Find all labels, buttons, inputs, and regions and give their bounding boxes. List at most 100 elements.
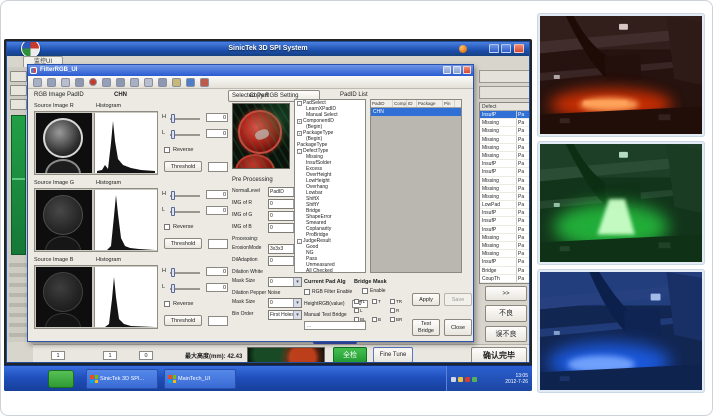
toolbar-icon[interactable] [144,78,153,87]
confirm-done-button[interactable]: 确认完毕 [471,347,527,363]
pad-list-column-header[interactable]: Comp [393,100,407,107]
bridge-mask-cell[interactable]: T [372,299,390,304]
toolbar-icon[interactable] [200,78,209,87]
table-row[interactable]: MissingPa [480,177,529,185]
status-value-1[interactable]: 1 [51,351,65,360]
h-value-input[interactable]: 0 [206,113,228,122]
table-row[interactable]: InsufPPa [480,226,529,234]
bridge-mask-cell[interactable]: R [390,308,408,313]
checkbox-icon[interactable] [372,317,377,322]
h-slider-thumb[interactable] [171,268,175,277]
maximize-button[interactable] [501,44,511,53]
table-row[interactable]: CoupThPa [480,275,529,283]
table-row[interactable]: InsufPPa [480,168,529,176]
sidebar-tool-button[interactable] [10,71,27,82]
bridge-mask-cell[interactable]: BL [354,317,372,322]
toolbar-icon[interactable] [89,78,97,86]
reverse-checkbox[interactable] [164,147,170,153]
checkbox-icon[interactable] [354,299,359,304]
toolbar-icon[interactable] [102,78,111,87]
tray-icon[interactable] [465,377,470,382]
threshold-value-box[interactable] [208,239,228,249]
close-dialog-button[interactable]: Close [444,319,472,336]
pad-list-column-header[interactable]: Pin [443,100,455,107]
false-ng-button[interactable]: 误不良 [485,326,527,342]
table-row[interactable]: MissingPa [480,152,529,160]
dialog-maximize-button[interactable] [453,66,461,74]
table-row[interactable]: MissingPa [480,127,529,135]
rgb-filter-checkbox[interactable] [304,289,310,295]
h-value-input[interactable]: 0 [206,267,228,276]
threshold-value-box[interactable] [208,162,228,172]
toolbar-icon[interactable] [172,78,181,87]
threshold-button[interactable]: Threshold [164,315,202,326]
more-button[interactable]: >> [485,286,527,301]
dialog-close-button[interactable] [463,66,471,74]
toolbar-icon[interactable] [33,78,42,87]
close-button[interactable] [514,44,524,53]
h-slider-thumb[interactable] [171,114,175,123]
tree-toggle-icon[interactable]: + [297,119,302,124]
status-value-2[interactable]: 1 [103,351,117,360]
table-row[interactable]: InsufPPa [480,217,529,225]
tree-toggle-icon[interactable]: + [297,131,302,136]
reverse-checkbox[interactable] [164,301,170,307]
pad-list-column-header[interactable]: PadID [371,100,393,107]
save-button[interactable]: Save [444,293,472,306]
threshold-button[interactable]: Threshold [164,161,202,172]
l-value-input[interactable]: 0 [206,129,228,138]
pre-processing-dropdown[interactable]: First Holes▾ [268,310,302,320]
threshold-button[interactable]: Threshold [164,238,202,249]
toolbar-icon[interactable] [130,78,139,87]
checkbox-icon[interactable] [354,317,359,322]
threshold-value-box[interactable] [208,316,228,326]
toolbar-icon[interactable] [116,78,125,87]
toolbar-icon[interactable] [47,78,56,87]
taskbar-item[interactable]: SinicTek 3D SPI... [86,369,158,389]
taskbar-item[interactable]: MainTech_UI [164,369,236,389]
tray-icon[interactable] [472,377,477,382]
bridge-mask-cell[interactable]: B [372,317,390,322]
inspect-button[interactable]: 全检 [333,347,367,363]
pad-list-column-header[interactable]: Package [417,100,443,107]
table-row[interactable]: MissingPa [480,250,529,258]
ng-button[interactable]: 不良 [485,305,527,322]
tray-icon[interactable] [451,377,456,382]
table-row[interactable]: InsufPPa [480,258,529,266]
tray-icon[interactable] [458,377,463,382]
toolbar-icon[interactable] [61,78,70,87]
pad-list-selected-row[interactable]: CHN [371,108,461,116]
tree-item[interactable]: All Checked [295,268,365,273]
table-row[interactable]: MissingPa [480,136,529,144]
table-row[interactable]: MissingPa [480,185,529,193]
checkbox-icon[interactable] [390,308,395,313]
toolbar-icon[interactable] [186,78,195,87]
sidebar-tool-button[interactable] [10,99,27,110]
test-bridge-button[interactable]: Test Bridge [412,319,440,336]
minimize-button[interactable] [489,44,499,53]
toolbar-icon[interactable] [158,78,167,87]
bridge-enable-checkbox[interactable] [362,288,368,294]
h-slider-thumb[interactable] [171,191,175,200]
table-row[interactable]: MissingPa [480,144,529,152]
l-slider-thumb[interactable] [171,130,175,139]
checkbox-icon[interactable] [390,317,395,322]
table-row[interactable]: InsufPPa [480,160,529,168]
table-row[interactable]: InsufPPa [480,111,529,119]
table-row[interactable]: MissingPa [480,234,529,242]
table-row[interactable]: BridgePa [480,267,529,275]
bridge-mask-cell[interactable]: L [354,308,372,313]
sidebar-tool-button[interactable] [10,85,27,96]
l-slider-thumb[interactable] [171,284,175,293]
fine-tune-button[interactable]: Fine Tune [373,347,413,363]
tree-toggle-icon[interactable]: - [297,149,302,154]
toolbar-icon[interactable] [75,78,84,87]
table-row[interactable]: LowPadPa [480,201,529,209]
bridge-mask-cell[interactable]: BR [390,317,408,322]
checkbox-icon[interactable] [390,299,395,304]
table-row[interactable]: MissingPa [480,242,529,250]
pre-processing-dropdown[interactable]: 0▾ [268,277,302,287]
l-slider-thumb[interactable] [171,207,175,216]
status-value-3[interactable]: 0 [139,351,153,360]
table-row[interactable]: InsufPPa [480,209,529,217]
